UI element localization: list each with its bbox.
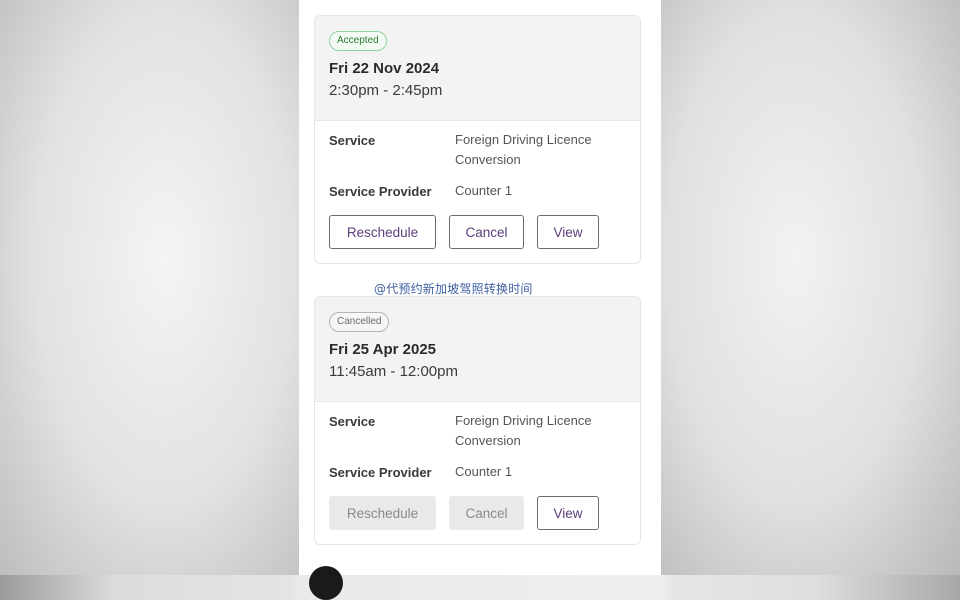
watermark-text: @代预约新加坡驾照转换时间 <box>374 282 533 296</box>
appointment-details: Service Foreign Driving Licence Conversi… <box>315 402 640 544</box>
reschedule-button[interactable]: Reschedule <box>329 215 436 249</box>
provider-label: Service Provider <box>329 184 432 199</box>
appointment-header: Accepted Fri 22 Nov 2024 2:30pm - 2:45pm <box>315 16 640 121</box>
reschedule-button: Reschedule <box>329 496 436 530</box>
appointment-date: Fri 25 Apr 2025 <box>329 341 436 358</box>
appointment-time: 11:45am - 12:00pm <box>329 363 458 380</box>
phone-screen: Accepted Fri 22 Nov 2024 2:30pm - 2:45pm… <box>299 0 661 575</box>
appointment-card: Accepted Fri 22 Nov 2024 2:30pm - 2:45pm… <box>314 15 641 264</box>
view-button[interactable]: View <box>537 496 599 530</box>
service-value-line1: Foreign Driving Licence <box>455 413 592 428</box>
provider-row: Service Provider Counter 1 <box>329 183 626 201</box>
service-value-line1: Foreign Driving Licence <box>455 132 592 147</box>
provider-label: Service Provider <box>329 465 432 480</box>
avatar <box>309 566 343 600</box>
status-badge: Accepted <box>329 31 387 51</box>
appointment-time: 2:30pm - 2:45pm <box>329 82 443 99</box>
service-row: Service Foreign Driving Licence Conversi… <box>329 411 626 451</box>
service-row: Service Foreign Driving Licence Conversi… <box>329 130 626 170</box>
appointment-actions: Reschedule Cancel View <box>329 215 626 249</box>
status-badge: Cancelled <box>329 312 390 332</box>
provider-value: Counter 1 <box>455 464 513 479</box>
appointment-card: Cancelled Fri 25 Apr 2025 11:45am - 12:0… <box>314 296 641 545</box>
service-value: Foreign Driving Licence Conversion <box>455 411 626 451</box>
provider-value: Counter 1 <box>455 183 513 198</box>
background-left <box>0 0 300 575</box>
appointment-header: Cancelled Fri 25 Apr 2025 11:45am - 12:0… <box>315 297 640 402</box>
service-value: Foreign Driving Licence Conversion <box>455 130 626 170</box>
appointment-date: Fri 22 Nov 2024 <box>329 60 440 77</box>
view-button[interactable]: View <box>537 215 599 249</box>
appointment-details: Service Foreign Driving Licence Conversi… <box>315 121 640 263</box>
background-right <box>660 0 960 575</box>
cancel-button: Cancel <box>449 496 524 530</box>
service-value-line2: Conversion <box>455 433 521 448</box>
service-label: Service <box>329 414 376 429</box>
service-label: Service <box>329 133 376 148</box>
appointment-actions: Reschedule Cancel View <box>329 496 626 530</box>
service-value-line2: Conversion <box>455 152 521 167</box>
provider-row: Service Provider Counter 1 <box>329 464 626 482</box>
cancel-button[interactable]: Cancel <box>449 215 524 249</box>
